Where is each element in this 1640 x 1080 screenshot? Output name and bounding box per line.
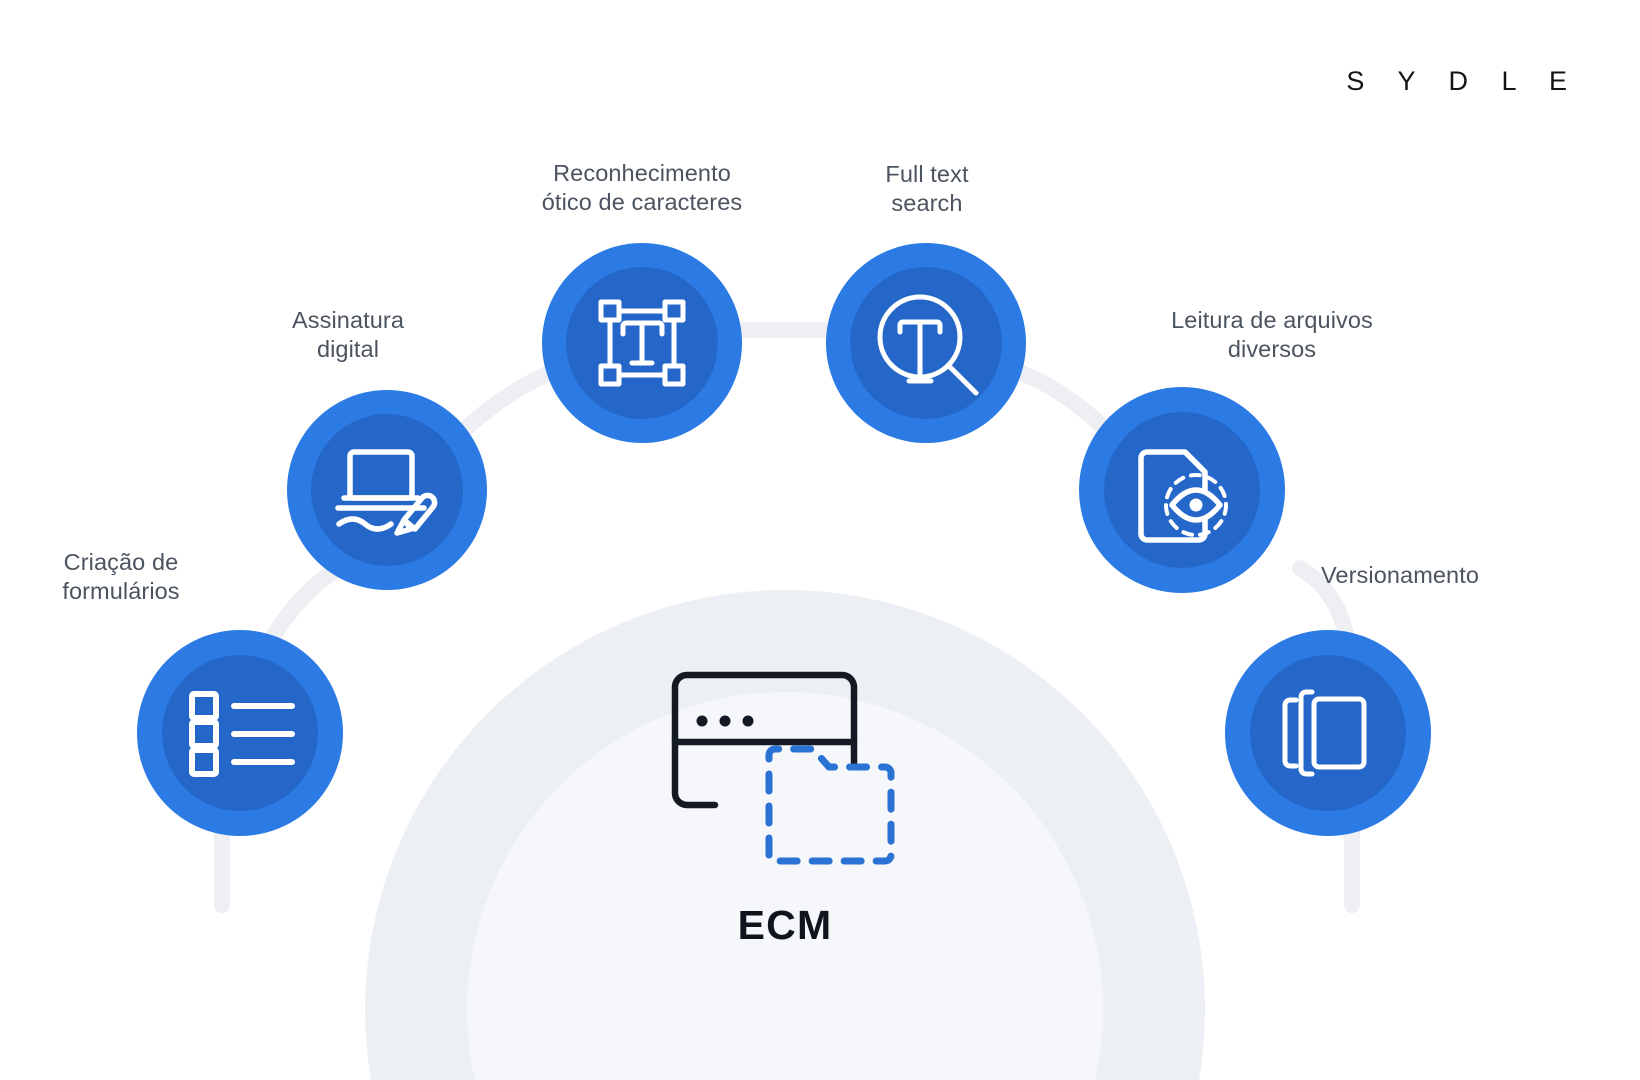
- label-filetypes: Leitura de arquivos diversos: [1171, 307, 1373, 362]
- label-forms: Criação de formulários: [62, 549, 180, 604]
- infographic-root: S Y D L E Criação de formulários Assinat…: [0, 0, 1640, 1080]
- center-title: ECM: [737, 902, 833, 948]
- node-signature-inner: [311, 414, 463, 566]
- node-filetypes-inner: [1104, 412, 1260, 568]
- node-fulltext-inner: [850, 267, 1002, 419]
- node-ocr[interactable]: [542, 243, 742, 443]
- label-versioning: Versionamento: [1320, 562, 1480, 588]
- node-forms[interactable]: [137, 630, 343, 836]
- node-signature[interactable]: [287, 390, 487, 590]
- node-fulltext[interactable]: [826, 243, 1026, 443]
- label-ocr: Reconhecimento ótico de caracteres: [541, 160, 743, 215]
- sydle-logo: S Y D L E: [1346, 66, 1580, 96]
- node-versioning-inner: [1250, 655, 1406, 811]
- label-signature: Assinatura digital: [291, 307, 405, 362]
- label-fulltext: Full text search: [885, 161, 969, 216]
- node-versioning[interactable]: [1225, 630, 1431, 836]
- node-filetypes[interactable]: [1079, 387, 1285, 593]
